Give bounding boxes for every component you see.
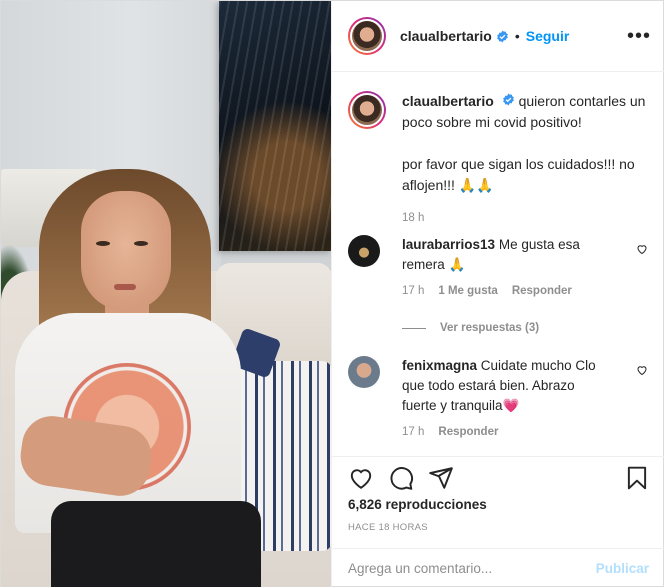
person-pants	[51, 501, 261, 587]
replies-line	[402, 327, 426, 329]
comment-username[interactable]: laurabarrios13	[402, 237, 495, 252]
verified-badge-icon	[496, 30, 509, 43]
bookmark-icon[interactable]	[624, 465, 650, 491]
post-video[interactable]	[1, 1, 331, 587]
caption-text-block: claualbertario quieron contarles un poco…	[402, 91, 648, 196]
post-side-panel: claualbertario • Seguir ••• claualbertar…	[331, 1, 664, 587]
instagram-post: claualbertario • Seguir ••• claualbertar…	[0, 0, 664, 587]
person-eye-right	[134, 241, 148, 246]
post-caption: claualbertario quieron contarles un poco…	[348, 91, 648, 224]
comment-input[interactable]	[348, 561, 578, 576]
comment-time[interactable]: 17 h	[402, 285, 424, 297]
comment-avatar[interactable]	[348, 356, 380, 388]
small-heart-icon[interactable]	[636, 243, 648, 255]
caption-avatar-image	[350, 93, 384, 127]
post-actions-bar	[332, 456, 664, 498]
author-avatar[interactable]	[348, 17, 386, 55]
caption-username[interactable]: claualbertario	[402, 93, 494, 109]
comments-list[interactable]: claualbertario quieron contarles un poco…	[332, 73, 664, 456]
author-username[interactable]: claualbertario	[400, 28, 492, 44]
comment-text-block: fenixmagna Cuidate mucho Clo que todo es…	[402, 356, 612, 416]
paper-plane-icon[interactable]	[428, 465, 454, 491]
comment-text-block: laurabarrios13 Me gusta esa remera 🙏	[402, 235, 612, 275]
post-header: claualbertario • Seguir •••	[332, 1, 664, 72]
comment-item: laurabarrios13 Me gusta esa remera 🙏 17 …	[348, 235, 648, 297]
caption-avatar[interactable]	[348, 91, 386, 129]
more-options-icon[interactable]: •••	[627, 25, 651, 48]
comment-likes[interactable]: 1 Me gusta	[438, 285, 497, 297]
verified-badge-icon	[502, 93, 515, 106]
comment-bubble-icon[interactable]	[388, 465, 414, 491]
views-count[interactable]: 6,826 reproducciones	[348, 497, 487, 512]
view-replies-button[interactable]: Ver respuestas (3)	[402, 322, 539, 334]
caption-text-line2: por favor que sigan los cuidados!!! no a…	[402, 156, 635, 193]
comment-meta: 17 h Responder	[402, 426, 648, 438]
follow-button[interactable]: Seguir	[526, 28, 570, 44]
post-age[interactable]: HACE 18 HORAS	[348, 522, 428, 533]
heart-icon[interactable]	[348, 465, 374, 491]
comment-composer: Publicar	[332, 548, 664, 587]
comment-username[interactable]: fenixmagna	[402, 358, 477, 373]
comment-time[interactable]: 17 h	[402, 426, 424, 438]
wall-painting	[219, 1, 331, 251]
comment-avatar[interactable]	[348, 235, 380, 267]
person-eye-left	[96, 241, 110, 246]
view-replies-label: Ver respuestas (3)	[440, 322, 540, 334]
reply-button[interactable]: Responder	[512, 285, 572, 297]
publish-button[interactable]: Publicar	[596, 561, 649, 576]
small-heart-icon[interactable]	[636, 364, 648, 376]
reply-button[interactable]: Responder	[438, 426, 498, 438]
header-separator: •	[514, 28, 520, 44]
comment-meta: 17 h 1 Me gusta Responder	[402, 285, 648, 297]
caption-time[interactable]: 18 h	[402, 212, 648, 224]
comment-item: fenixmagna Cuidate mucho Clo que todo es…	[348, 356, 648, 438]
person-mouth	[114, 284, 136, 290]
person-face	[81, 191, 171, 311]
author-avatar-image	[350, 19, 384, 53]
